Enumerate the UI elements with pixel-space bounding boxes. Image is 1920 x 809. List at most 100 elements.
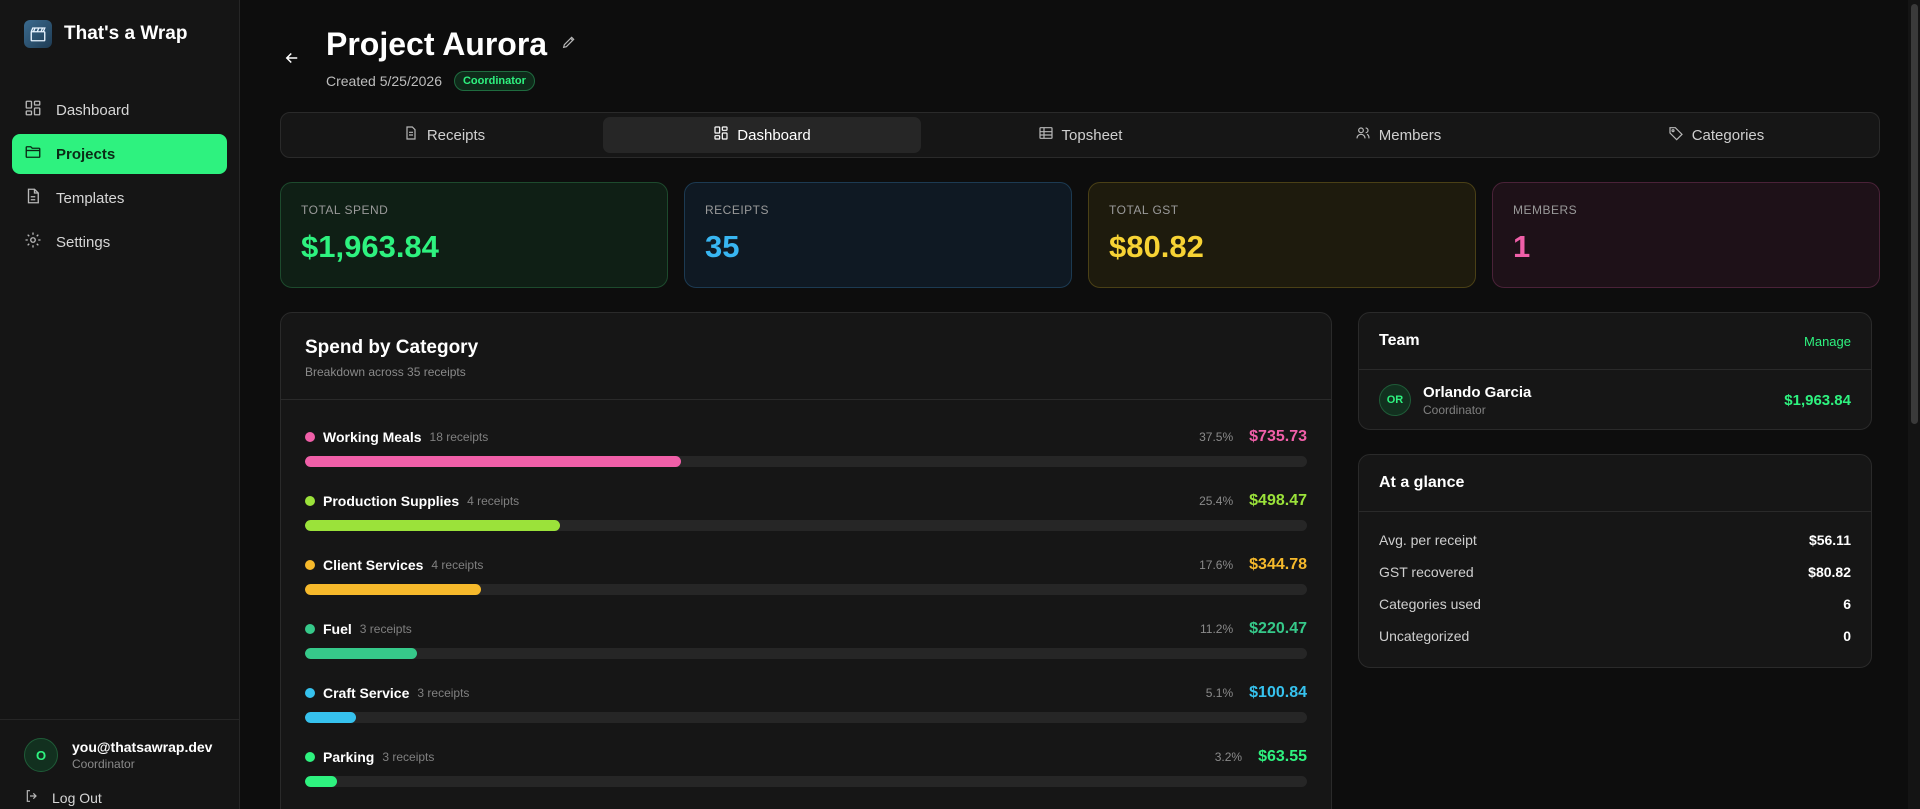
category-name: Working Meals <box>323 429 422 445</box>
spend-by-category-card: Spend by Category Breakdown across 35 re… <box>280 312 1332 809</box>
category-amount: $63.55 <box>1258 748 1307 765</box>
sidebar-footer: O you@thatsawrap.dev Coordinator Log Out <box>0 719 239 809</box>
scrollbar[interactable] <box>1908 0 1920 809</box>
category-count: 18 receipts <box>429 430 489 444</box>
glance-row: Uncategorized 0 <box>1379 620 1851 652</box>
table-icon <box>1038 125 1054 145</box>
stat-card-total-spend: TOTAL SPEND $1,963.84 <box>280 182 668 288</box>
user-profile[interactable]: O you@thatsawrap.dev Coordinator <box>24 738 215 772</box>
progress-fill <box>305 456 681 467</box>
user-email: you@thatsawrap.dev <box>72 739 213 755</box>
avatar: OR <box>1379 384 1411 416</box>
pencil-icon[interactable] <box>561 34 577 55</box>
category-count: 4 receipts <box>431 558 484 572</box>
scrollbar-thumb[interactable] <box>1911 4 1918 424</box>
user-role: Coordinator <box>72 757 135 771</box>
logout-icon <box>24 788 40 807</box>
progress-fill <box>305 648 418 659</box>
category-name: Craft Service <box>323 685 410 701</box>
page-header: Project Aurora Created 5/25/2026 Coordin… <box>280 0 1880 112</box>
folder-icon <box>24 143 42 165</box>
manage-link[interactable]: Manage <box>1804 334 1851 349</box>
sidebar-nav: Dashboard Projects Templates Settings <box>0 68 239 262</box>
avatar: O <box>24 738 58 772</box>
glance-row: Avg. per receipt $56.11 <box>1379 524 1851 556</box>
page-title: Project Aurora <box>326 26 548 62</box>
team-card: Team Manage OR Orlando Garcia Coordinato… <box>1358 312 1872 430</box>
sidebar-item-label: Dashboard <box>56 101 130 119</box>
tab-categories[interactable]: Categories <box>1557 117 1875 153</box>
logout-button[interactable]: Log Out <box>24 788 215 807</box>
tab-label: Dashboard <box>737 126 811 144</box>
tab-members[interactable]: Members <box>1239 117 1557 153</box>
category-count: 3 receipts <box>359 622 412 636</box>
sidebar-item-projects[interactable]: Projects <box>12 134 227 174</box>
progress-track <box>305 712 1307 723</box>
progress-fill <box>305 520 560 531</box>
category-count: 4 receipts <box>467 494 520 508</box>
list-item: Parking 3 receipts 3.2% $63.55 <box>305 732 1307 796</box>
category-percent: 5.1% <box>1205 686 1234 700</box>
stat-label: RECEIPTS <box>705 203 770 217</box>
category-amount: $498.47 <box>1249 492 1307 509</box>
progress-fill <box>305 584 482 595</box>
list-item: Craft Service 3 receipts 5.1% $100.84 <box>305 668 1307 732</box>
tab-dashboard[interactable]: Dashboard <box>603 117 921 153</box>
team-member-row[interactable]: OR Orlando Garcia Coordinator $1,963.84 <box>1359 370 1871 430</box>
glance-value: 6 <box>1843 596 1851 612</box>
category-amount: $344.78 <box>1249 556 1307 573</box>
file-icon <box>24 187 42 209</box>
stat-value: 1 <box>1513 229 1531 264</box>
sidebar-item-label: Templates <box>56 189 125 207</box>
status-badge: Coordinator <box>453 71 535 91</box>
card-subtitle: Breakdown across 35 receipts <box>305 365 466 379</box>
category-list: Working Meals 18 receipts 37.5% $735.73 … <box>281 400 1331 796</box>
category-percent: 11.2% <box>1200 622 1234 636</box>
brand[interactable]: That's a Wrap <box>0 0 239 68</box>
glance-label: Avg. per receipt <box>1379 532 1477 548</box>
progress-track <box>305 648 1307 659</box>
tab-topsheet[interactable]: Topsheet <box>921 117 1239 153</box>
card-title: Spend by Category <box>305 337 479 358</box>
sidebar-item-settings[interactable]: Settings <box>12 222 227 262</box>
gear-icon <box>24 231 42 253</box>
category-name: Fuel <box>323 621 352 637</box>
main-content: Project Aurora Created 5/25/2026 Coordin… <box>240 0 1920 809</box>
category-count: 3 receipts <box>382 750 435 764</box>
glance-value: $56.11 <box>1808 532 1851 548</box>
clapperboard-icon <box>24 20 52 48</box>
tag-icon <box>1668 125 1684 145</box>
progress-track <box>305 456 1307 467</box>
category-color-dot <box>305 432 315 442</box>
progress-fill <box>305 776 338 787</box>
glance-value: $80.82 <box>1808 564 1851 580</box>
stat-value: $1,963.84 <box>301 229 439 264</box>
sidebar-item-label: Settings <box>56 233 111 251</box>
tab-label: Categories <box>1691 126 1765 144</box>
tab-receipts[interactable]: Receipts <box>285 117 603 153</box>
stat-value: $80.82 <box>1109 229 1204 264</box>
category-percent: 3.2% <box>1214 750 1243 764</box>
card-title: Team <box>1379 332 1420 349</box>
category-percent: 37.5% <box>1199 430 1234 444</box>
sidebar-item-dashboard[interactable]: Dashboard <box>12 90 227 130</box>
sidebar-item-templates[interactable]: Templates <box>12 178 227 218</box>
stat-label: TOTAL SPEND <box>301 203 389 217</box>
stats-row: TOTAL SPEND $1,963.84 RECEIPTS 35 TOTAL … <box>280 182 1880 288</box>
back-button[interactable] <box>280 48 304 72</box>
category-amount: $735.73 <box>1249 428 1307 445</box>
progress-track <box>305 584 1307 595</box>
content-area: Spend by Category Breakdown across 35 re… <box>280 312 1880 809</box>
category-percent: 25.4% <box>1199 494 1234 508</box>
list-item: Client Services 4 receipts 17.6% $344.78 <box>305 540 1307 604</box>
category-color-dot <box>305 496 315 506</box>
logout-label: Log Out <box>52 789 102 806</box>
glance-label: Uncategorized <box>1379 628 1470 644</box>
brand-name: That's a Wrap <box>64 23 188 44</box>
glance-value: 0 <box>1843 628 1851 644</box>
tab-label: Receipts <box>426 126 486 144</box>
tab-label: Members <box>1378 126 1442 144</box>
created-date: Created 5/25/2026 <box>326 73 442 89</box>
glance-label: GST recovered <box>1379 564 1474 580</box>
category-name: Parking <box>323 749 375 765</box>
